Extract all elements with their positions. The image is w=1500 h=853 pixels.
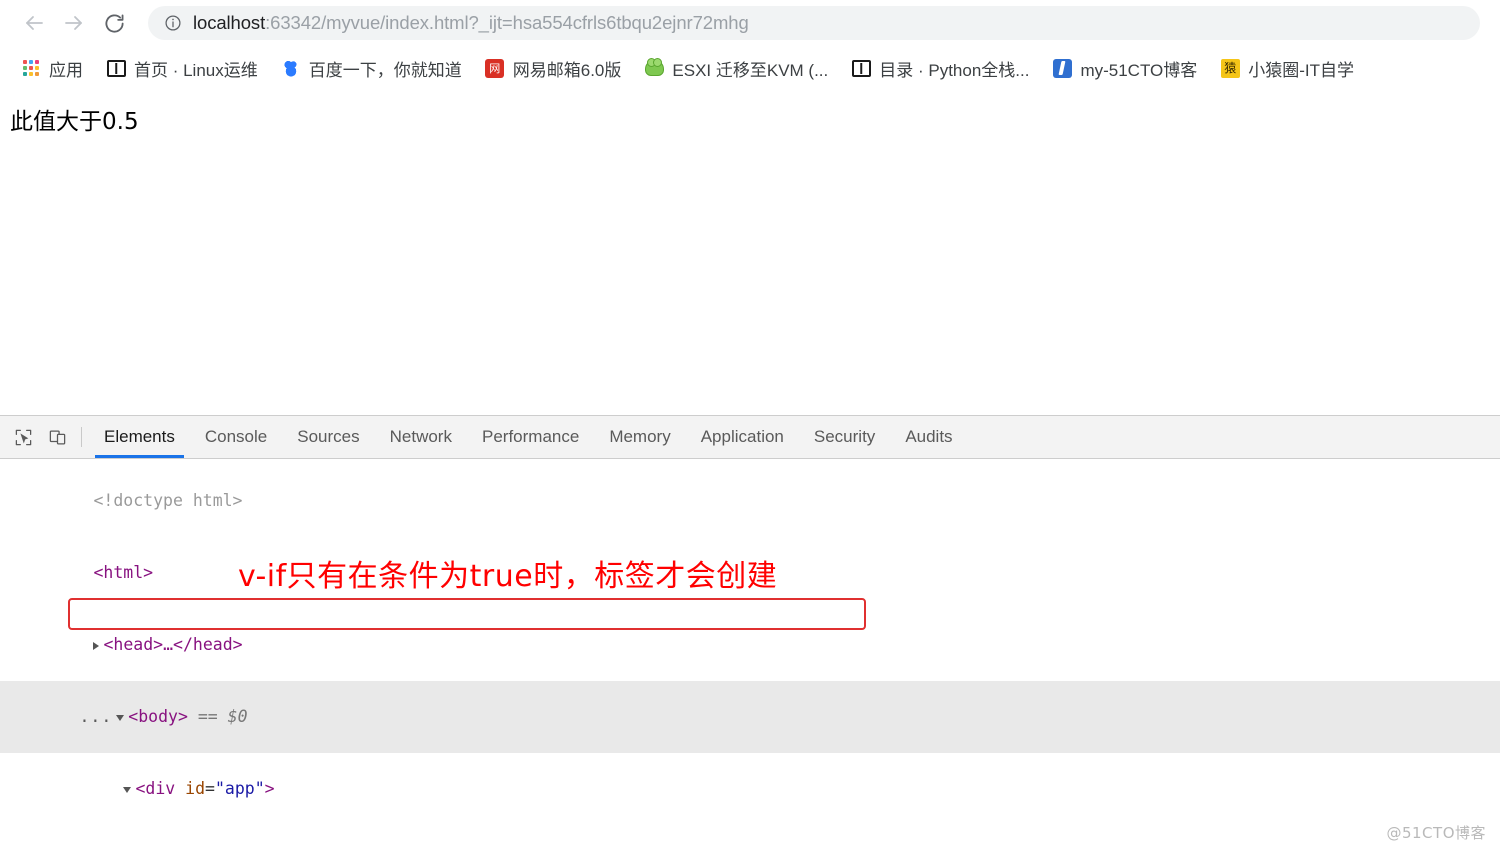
tab-console[interactable]: Console — [190, 416, 282, 458]
bookmark-label: 百度一下，你就知道 — [308, 60, 462, 80]
tab-audits[interactable]: Audits — [890, 416, 967, 458]
bookmark-label: my-51CTO博客 — [1080, 60, 1198, 80]
collapse-arrow-icon[interactable] — [123, 786, 132, 793]
page-viewport: 此值大于0.5 — [0, 90, 1500, 415]
dom-line-div-app-open[interactable]: <div id="app"> — [0, 753, 1500, 825]
expand-arrow-icon[interactable] — [93, 641, 100, 650]
bookmark-linux-ops[interactable]: 首页 · Linux运维 — [99, 53, 265, 83]
watermark: @51CTO博客 — [1386, 824, 1486, 842]
bookmark-xiaoyuanquan[interactable]: 猿 小猿圈-IT自学 — [1213, 53, 1361, 83]
dom-line-comment[interactable]: <!----> — [0, 825, 1500, 853]
url-text: localhost:63342/myvue/index.html?_ijt=hs… — [193, 12, 749, 34]
feather-icon — [1052, 58, 1072, 78]
book-icon — [106, 58, 126, 78]
tab-security[interactable]: Security — [799, 416, 890, 458]
dom-line-head[interactable]: <head>…</head> — [0, 609, 1500, 681]
frog-icon — [644, 58, 664, 78]
arrow-right-icon — [65, 16, 82, 30]
bookmarks-bar: 应用 首页 · Linux运维 百度一下，你就知道 网 网易邮箱6.0版 ESX… — [0, 46, 1500, 90]
bookmark-label: 网易邮箱6.0版 — [512, 60, 622, 80]
bookmark-label: 应用 — [49, 60, 83, 80]
html-open-tag: <html> — [93, 563, 154, 582]
back-button[interactable] — [14, 3, 54, 43]
tab-network[interactable]: Network — [375, 416, 467, 458]
tab-memory[interactable]: Memory — [594, 416, 685, 458]
bookmark-label: 目录 · Python全栈... — [879, 60, 1030, 80]
tab-sources[interactable]: Sources — [282, 416, 374, 458]
bookmark-python-catalog[interactable]: 目录 · Python全栈... — [844, 53, 1036, 83]
bookmark-apps[interactable]: 应用 — [14, 53, 90, 83]
baidu-paw-icon — [281, 58, 301, 78]
page-rendered-text: 此值大于0.5 — [10, 109, 139, 135]
bookmark-label: 小猿圈-IT自学 — [1248, 60, 1355, 80]
doctype-text: <!doctype html> — [93, 491, 243, 510]
tab-application[interactable]: Application — [686, 416, 799, 458]
bookmark-label: 首页 · Linux运维 — [134, 60, 258, 80]
book-icon — [851, 58, 871, 78]
selected-node-marker: == $0 — [197, 707, 248, 726]
reload-button[interactable] — [94, 3, 134, 43]
apps-grid-icon — [21, 58, 41, 78]
inspect-cursor-icon[interactable] — [6, 416, 40, 458]
url-host: localhost — [193, 12, 266, 33]
tab-performance[interactable]: Performance — [467, 416, 594, 458]
yuan-icon: 猿 — [1220, 58, 1240, 78]
devtools-tabbar: Elements Console Sources Network Perform… — [0, 416, 1500, 459]
reload-icon — [104, 14, 124, 33]
body-open-tag: <body> — [128, 707, 188, 726]
tab-elements[interactable]: Elements — [89, 416, 190, 458]
address-bar[interactable]: localhost:63342/myvue/index.html?_ijt=hs… — [148, 6, 1480, 40]
devtools-panel: Elements Console Sources Network Perform… — [0, 415, 1500, 853]
url-path: :63342/myvue/index.html?_ijt=hsa554cfrls… — [265, 12, 749, 33]
dom-tree[interactable]: <!doctype html> <html> <head>…</head> ..… — [0, 459, 1500, 853]
info-circle-icon[interactable] — [164, 14, 182, 32]
dom-line-body-open[interactable]: ... <body> == $0 — [0, 681, 1500, 753]
bookmark-netease-mail[interactable]: 网 网易邮箱6.0版 — [478, 53, 629, 83]
bookmark-my-51cto[interactable]: my-51CTO博客 — [1045, 53, 1204, 83]
forward-button[interactable] — [54, 3, 94, 43]
dom-line-doctype[interactable]: <!doctype html> — [0, 465, 1500, 537]
device-toolbar-icon[interactable] — [40, 416, 74, 458]
head-collapsed-tag: <head>…</head> — [103, 635, 243, 654]
collapse-arrow-icon[interactable] — [116, 714, 125, 721]
netease-mail-icon: 网 — [485, 58, 505, 78]
bookmark-label: ESXI 迁移至KVM (... — [672, 60, 829, 80]
browser-window: localhost:63342/myvue/index.html?_ijt=hs… — [0, 0, 1500, 853]
bookmark-baidu[interactable]: 百度一下，你就知道 — [274, 53, 469, 83]
toolbar-divider — [81, 427, 82, 447]
annotation-text: v-if只有在条件为true时，标签才会创建 — [238, 559, 778, 594]
body-ellipsis[interactable]: ... — [79, 707, 112, 726]
bookmark-esxi-kvm[interactable]: ESXI 迁移至KVM (... — [637, 53, 835, 83]
arrow-left-icon — [26, 16, 43, 30]
browser-toolbar: localhost:63342/myvue/index.html?_ijt=hs… — [0, 0, 1500, 46]
